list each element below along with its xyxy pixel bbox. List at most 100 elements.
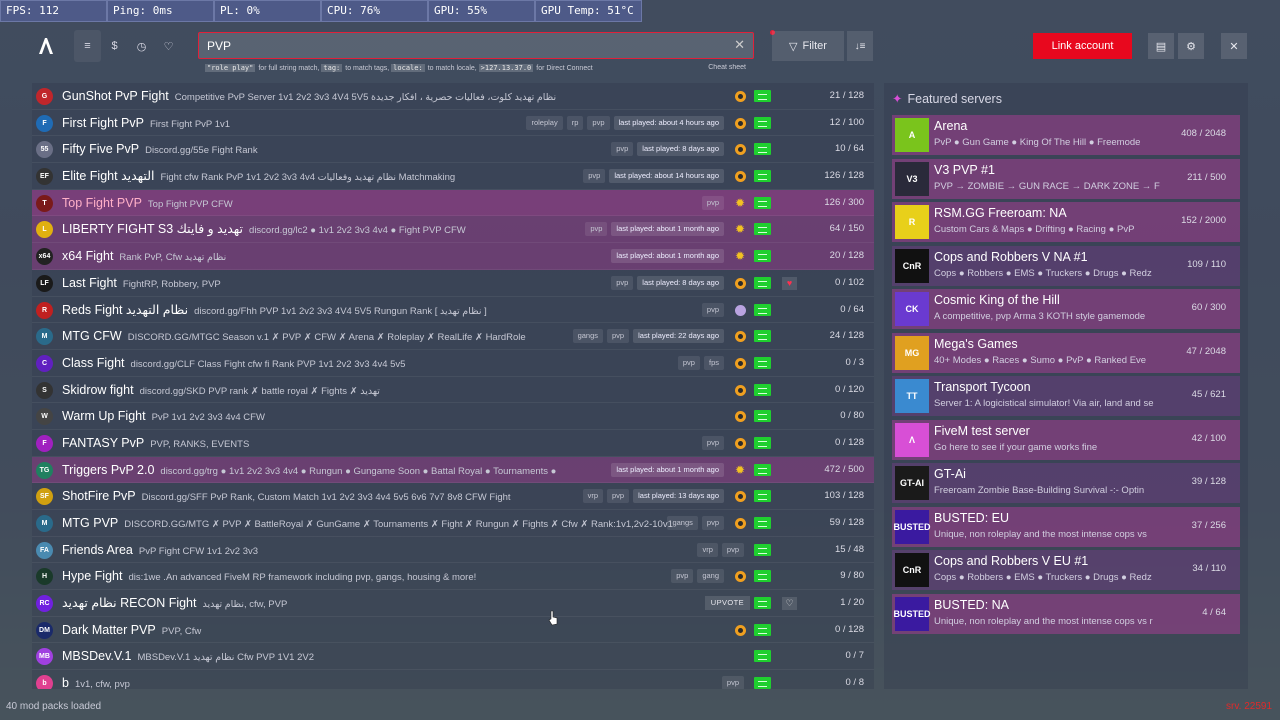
- sort-button[interactable]: ↓≡: [847, 31, 873, 61]
- server-tag[interactable]: vrp: [697, 542, 718, 557]
- server-list[interactable]: G GunShot PvP Fight Competitive PvP Server…: [32, 83, 874, 689]
- server-row[interactable]: W Warm Up Fight PvP 1v1 2v2 3v3 4v4 CFW 0 /…: [32, 403, 874, 430]
- server-name: Fifty Five PvP Discord.gg/55e Fight Rank: [62, 136, 258, 162]
- server-row[interactable]: H Hype Fight dis:1we .An advanced FiveM RP…: [32, 563, 874, 591]
- server-tag[interactable]: pvp: [607, 489, 630, 504]
- heart-icon[interactable]: ♡: [155, 30, 182, 62]
- server-row[interactable]: MB MBSDev.V.1 MBSDev.V.1 نظام تهديد Cfw PV…: [32, 643, 874, 671]
- news-button[interactable]: ▤: [1148, 33, 1174, 59]
- server-tag[interactable]: last played: 8 days ago: [637, 275, 724, 290]
- server-title: MTG PVP: [62, 516, 119, 530]
- server-tag[interactable]: pvp: [701, 195, 724, 210]
- server-tag[interactable]: last played: 8 days ago: [637, 142, 724, 157]
- featured-server-card[interactable]: BUSTED BUSTED: NA Unique, non roleplay and…: [892, 593, 1240, 634]
- server-tag[interactable]: rp: [566, 115, 584, 130]
- cheat-sheet-link[interactable]: Cheat sheet: [708, 64, 746, 71]
- favorite-icon[interactable]: ♥: [782, 276, 797, 290]
- server-row[interactable]: x64 x64 Fight Rank PvP, Cfw نظام تهديد last…: [32, 243, 874, 270]
- server-tag[interactable]: last played: about 1 month ago: [611, 249, 724, 264]
- server-tag[interactable]: pvp: [701, 516, 724, 530]
- server-tag[interactable]: pvp: [671, 569, 694, 584]
- server-row[interactable]: G GunShot PvP Fight Competitive PvP Server…: [32, 83, 874, 110]
- server-tag[interactable]: pvp: [611, 142, 634, 157]
- server-tag[interactable]: pvp: [607, 329, 630, 344]
- server-row[interactable]: F FANTASY PvP PVP, RANKS, EVENTS pvp 0 / 128: [32, 430, 874, 457]
- server-description: PVP, Cfw: [161, 625, 202, 637]
- server-row[interactable]: R Reds Fight نظام التهديد discord.gg/Fhh P…: [32, 297, 874, 324]
- server-tag[interactable]: last played: about 1 month ago: [611, 222, 724, 237]
- server-tags: pvp gang: [671, 569, 724, 584]
- featured-server-card[interactable]: TT Transport Tycoon Server 1: A logicistic…: [892, 376, 1240, 416]
- server-row[interactable]: LF Last Fight FightRP, Robbery, PVP pvp last…: [32, 270, 874, 297]
- featured-server-card[interactable]: MG Mega's Games 40+ Modes ● Races ● Sumo ●…: [892, 332, 1240, 373]
- server-tag[interactable]: gangs: [572, 329, 604, 344]
- server-row[interactable]: M MTG CFW DISCORD.GG/MTGC Season v.1 ✗ PVP…: [32, 323, 874, 350]
- server-tag[interactable]: fps: [703, 355, 724, 370]
- list-icon[interactable]: ≡: [74, 30, 101, 62]
- server-tag[interactable]: last played: about 1 month ago: [611, 462, 724, 477]
- server-row[interactable]: T Top Fight PVP Top Fight PVP CFW pvp ✹ 126 /…: [32, 189, 874, 217]
- server-row[interactable]: EF Elite Fight التهديد Fight cfw Rank PvP …: [32, 163, 874, 190]
- featured-server-card[interactable]: GT-AI GT-Ai Freeroam Zombie Base-Building …: [892, 463, 1240, 503]
- featured-server-card[interactable]: R RSM.GG Freeroam: NA Custom Cars & Maps ●…: [892, 202, 1240, 242]
- player-count: 0 / 128: [834, 623, 864, 635]
- server-tag[interactable]: last played: 13 days ago: [633, 489, 724, 504]
- server-tag[interactable]: vrp: [582, 489, 604, 504]
- clear-search-icon[interactable]: ✕: [734, 37, 745, 53]
- server-tags: pvp: [701, 195, 724, 210]
- fivem-logo-icon[interactable]: [36, 36, 56, 56]
- server-row[interactable]: L LIBERTY FIGHT S3 تهديد و فايتك discord.g…: [32, 216, 874, 244]
- server-tag[interactable]: pvp: [701, 435, 724, 450]
- server-row[interactable]: 55 Fifty Five PvP Discord.gg/55e Fight Ran…: [32, 136, 874, 164]
- server-row[interactable]: DM Dark Matter PVP PVP, Cfw 0 / 128: [32, 617, 874, 644]
- filter-button[interactable]: ▽ Filter: [772, 31, 844, 61]
- server-tag[interactable]: pvp: [587, 115, 610, 130]
- server-tag[interactable]: last played: about 14 hours ago: [609, 169, 724, 184]
- server-row[interactable]: FA Friends Area PvP Fight CFW 1v1 2v2 3v3 v…: [32, 537, 874, 564]
- server-title: MBSDev.V.1: [62, 649, 132, 664]
- history-icon[interactable]: ◷: [128, 30, 155, 62]
- server-name: نظام تهديد RECON Fight نظام تهديد, cfw, P…: [62, 590, 287, 616]
- server-tag[interactable]: gang: [697, 569, 724, 584]
- server-row[interactable]: M MTG PVP DISCORD.GG/MTG ✗ PVP ✗ BattleRoy…: [32, 510, 874, 537]
- server-row[interactable]: RC نظام تهديد RECON Fight نظام تهديد, cfw,…: [32, 590, 874, 617]
- server-tag[interactable]: gangs: [667, 516, 698, 530]
- server-row[interactable]: TG Triggers PvP 2.0 discord.gg/trg ● 1v1 2…: [32, 456, 874, 484]
- premium-icon: [735, 491, 746, 503]
- server-row[interactable]: SF ShotFire PvP Discord.gg/SFF PvP Rank, C…: [32, 483, 874, 510]
- dollar-icon[interactable]: $: [101, 30, 128, 62]
- featured-server-card[interactable]: CnR Cops and Robbers V NA #1 Cops ● Robber…: [892, 245, 1240, 286]
- premium-icon: [735, 384, 746, 396]
- server-tag[interactable]: pvp: [585, 222, 608, 237]
- settings-button[interactable]: ⚙: [1178, 33, 1204, 59]
- server-tag[interactable]: last played: about 4 hours ago: [613, 115, 724, 130]
- server-name: b 1v1, cfw, pvp: [62, 670, 130, 689]
- favorite-icon[interactable]: ♡: [782, 597, 797, 611]
- server-tag[interactable]: last played: 22 days ago: [633, 329, 724, 344]
- server-title: First Fight PvP: [62, 115, 144, 130]
- server-tag[interactable]: pvp: [721, 542, 744, 557]
- featured-server-card[interactable]: A Arena PvP ● Gun Game ● King Of The Hill …: [892, 115, 1240, 155]
- search-input[interactable]: [207, 33, 717, 58]
- server-tag[interactable]: pvp: [611, 275, 634, 290]
- server-tag[interactable]: pvp: [701, 302, 724, 317]
- featured-server-card[interactable]: CnR Cops and Robbers V EU #1 Cops ● Robber…: [892, 550, 1240, 590]
- server-tag[interactable]: pvp: [677, 355, 700, 370]
- server-row[interactable]: C Class Fight discord.gg/CLF Class Fight c…: [32, 350, 874, 377]
- build-text: srv. 22591: [1226, 701, 1272, 712]
- featured-server-card[interactable]: Λ FiveM test server Go here to see if your…: [892, 419, 1240, 460]
- close-button[interactable]: ✕: [1221, 33, 1247, 59]
- featured-server-card[interactable]: BUSTED BUSTED: EU Unique, non roleplay and…: [892, 506, 1240, 547]
- server-tag[interactable]: pvp: [583, 169, 606, 184]
- server-tag[interactable]: roleplay: [526, 115, 563, 130]
- server-tag[interactable]: pvp: [721, 676, 744, 689]
- featured-server-card[interactable]: CK Cosmic King of the Hill A competitive, …: [892, 289, 1240, 329]
- featured-server-card[interactable]: V3 V3 PVP #1 PVP → ZOMBIE → GUN RACE → DAR…: [892, 158, 1240, 199]
- server-icon: G: [36, 88, 53, 105]
- hint-text: for full string match,: [258, 65, 320, 72]
- server-row[interactable]: F First Fight PvP First Fight PvP 1v1 rolep…: [32, 110, 874, 137]
- link-account-button[interactable]: Link account: [1033, 33, 1132, 59]
- upvote-button[interactable]: UPVOTE: [704, 596, 750, 611]
- server-row[interactable]: S Skidrow fight discord.gg/SKD PVP rank ✗ …: [32, 377, 874, 404]
- server-row[interactable]: b b 1v1, cfw, pvp pvp 0 / 8: [32, 670, 874, 689]
